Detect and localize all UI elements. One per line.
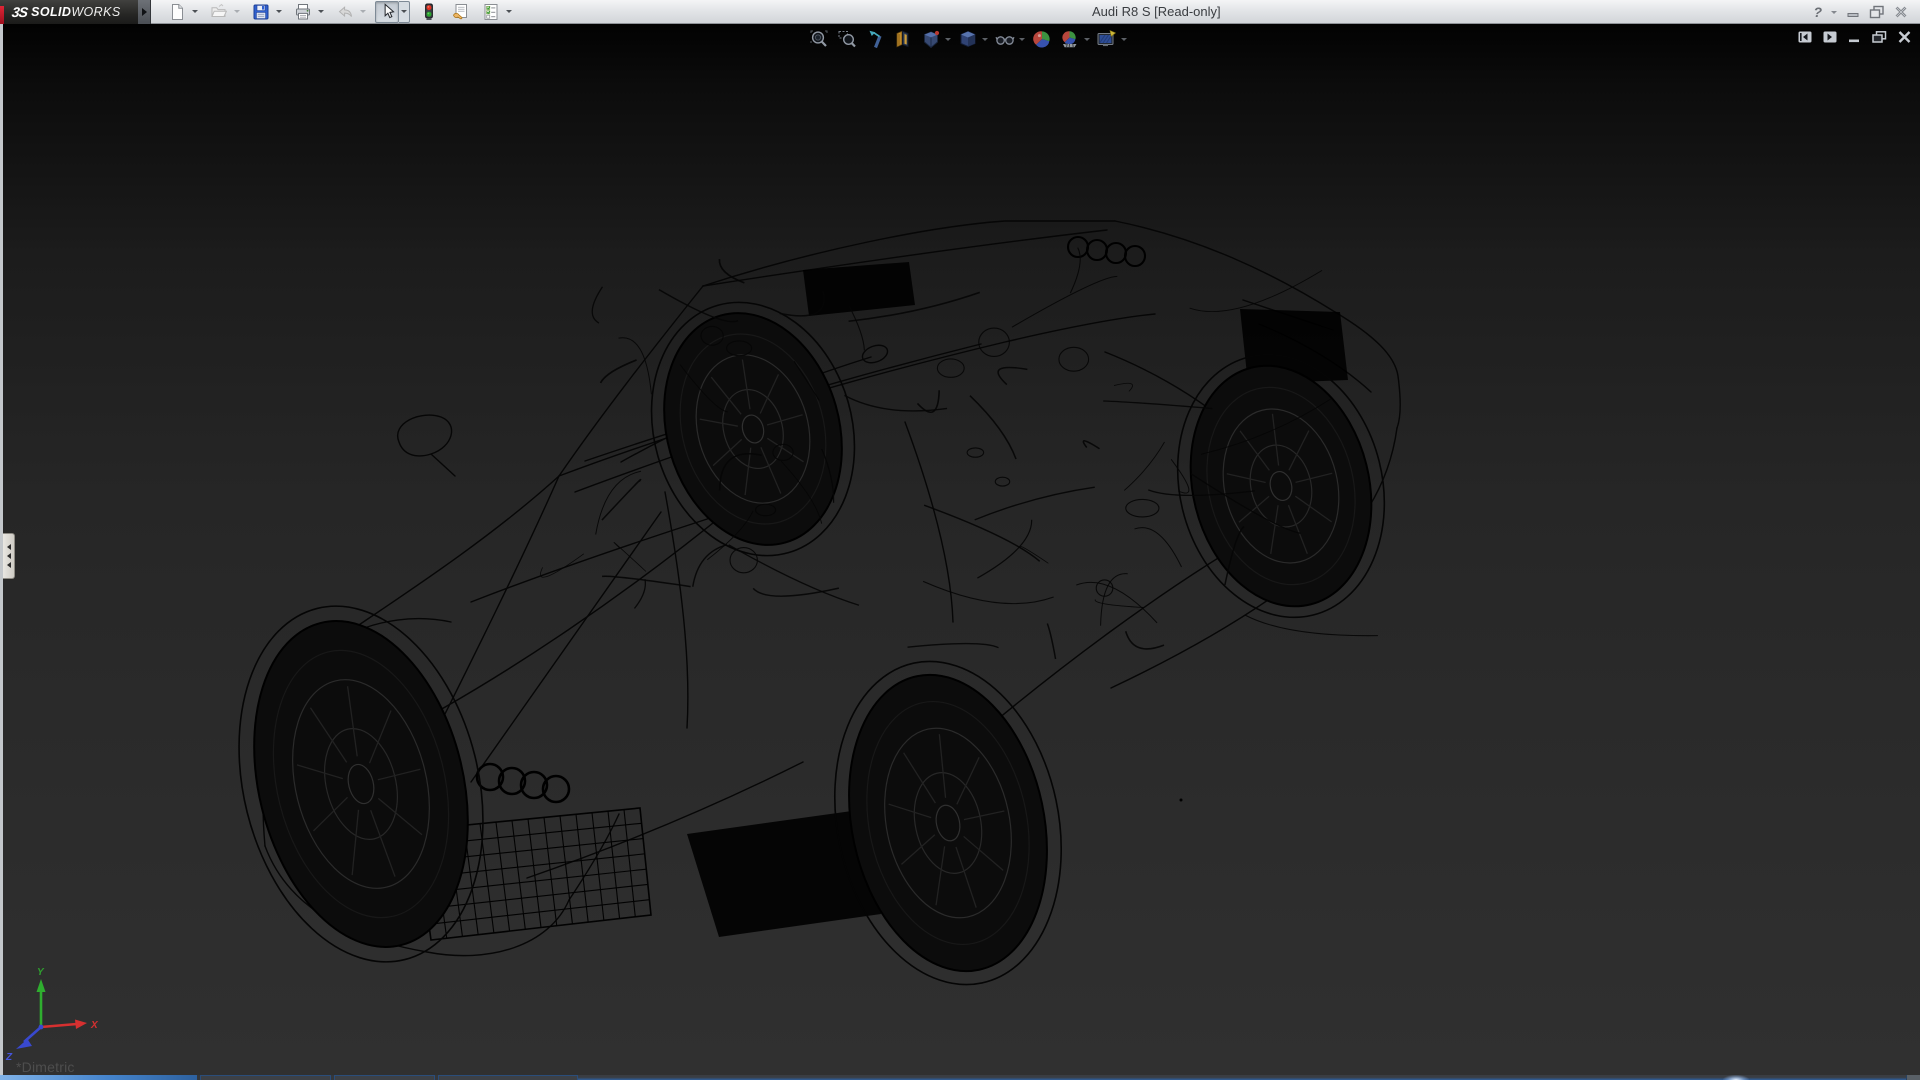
taskbar-active-button[interactable]: [0, 1075, 197, 1080]
taskbar-glow: [1723, 1075, 1749, 1080]
print-button[interactable]: [291, 1, 315, 23]
print-dropdown[interactable]: [315, 1, 326, 23]
file-properties-icon: [452, 3, 467, 19]
undo-button[interactable]: [333, 1, 357, 23]
car-wireframe-model: [238, 220, 1401, 986]
taskbar-strip: [578, 1075, 1906, 1080]
file-properties-button[interactable]: [448, 1, 472, 23]
solidworks-wordmark: SOLIDWORKS: [31, 4, 121, 19]
titlebar: 3S SOLIDWORKS Audi R8 S [Read-only] ?: [0, 0, 1920, 24]
help-button[interactable]: ?: [1813, 4, 1822, 20]
open-group: [207, 1, 242, 23]
triad-x-label: X: [90, 1020, 99, 1031]
file-properties-group: [448, 1, 472, 23]
view-orientation-label: *Dimetric: [16, 1059, 75, 1075]
rebuild-button[interactable]: [417, 1, 441, 23]
save-group: [249, 1, 284, 23]
options-group: [479, 1, 514, 23]
solidworks-3s-logo-icon: 3S: [10, 3, 29, 20]
triad-y-label: Y: [37, 967, 45, 978]
save-floppy-icon: [253, 4, 269, 19]
restore-window-button[interactable]: [1869, 5, 1885, 19]
app-logo: 3S SOLIDWORKS: [0, 0, 138, 24]
graphics-viewport[interactable]: Y X Z *Dimetric: [0, 24, 1920, 1075]
menu-expand-button[interactable]: [138, 0, 151, 24]
select-tool-button[interactable]: [375, 0, 399, 23]
window-controls: ?: [1813, 0, 1908, 24]
undo-group: [333, 1, 368, 23]
help-dropdown[interactable]: [1831, 10, 1837, 14]
audi-rings-front: [475, 762, 571, 804]
minimize-window-button[interactable]: [1846, 5, 1860, 19]
select-tool-dropdown[interactable]: [399, 0, 410, 23]
taskbar-button[interactable]: [200, 1075, 331, 1080]
taskbar-button[interactable]: [438, 1075, 578, 1080]
open-folder-icon: [211, 3, 228, 17]
new-document-icon: [172, 3, 183, 20]
windows-taskbar-edge[interactable]: [0, 1075, 1920, 1080]
logo-red-stripe: [0, 5, 4, 24]
close-window-button[interactable]: [1894, 5, 1908, 19]
traffic-light-icon: [425, 3, 433, 20]
expand-arrow-icon: [141, 7, 147, 16]
new-document-dropdown[interactable]: [189, 1, 200, 23]
save-dropdown[interactable]: [273, 1, 284, 23]
open-dropdown[interactable]: [231, 1, 242, 23]
undo-arrow-icon: [338, 5, 352, 17]
taskbar-tray-corner: [1906, 1075, 1920, 1080]
options-checklist-icon: [484, 3, 498, 20]
print-group: [291, 1, 326, 23]
select-cursor-icon: [384, 3, 395, 19]
undo-dropdown[interactable]: [357, 1, 368, 23]
orientation-triad: Y X Z: [5, 967, 99, 1063]
triad-z-label: Z: [5, 1052, 13, 1063]
main-toolbar: [165, 0, 521, 24]
open-button[interactable]: [207, 1, 231, 23]
options-dropdown[interactable]: [503, 1, 514, 23]
options-button[interactable]: [479, 1, 503, 23]
new-document-button[interactable]: [165, 1, 189, 23]
printer-icon: [296, 3, 310, 19]
save-button[interactable]: [249, 1, 273, 23]
document-title: Audi R8 S [Read-only]: [1092, 4, 1221, 19]
taskbar-button[interactable]: [334, 1075, 435, 1080]
select-group: [375, 0, 410, 23]
rebuild-group: [417, 1, 441, 23]
new-document-group: [165, 1, 200, 23]
